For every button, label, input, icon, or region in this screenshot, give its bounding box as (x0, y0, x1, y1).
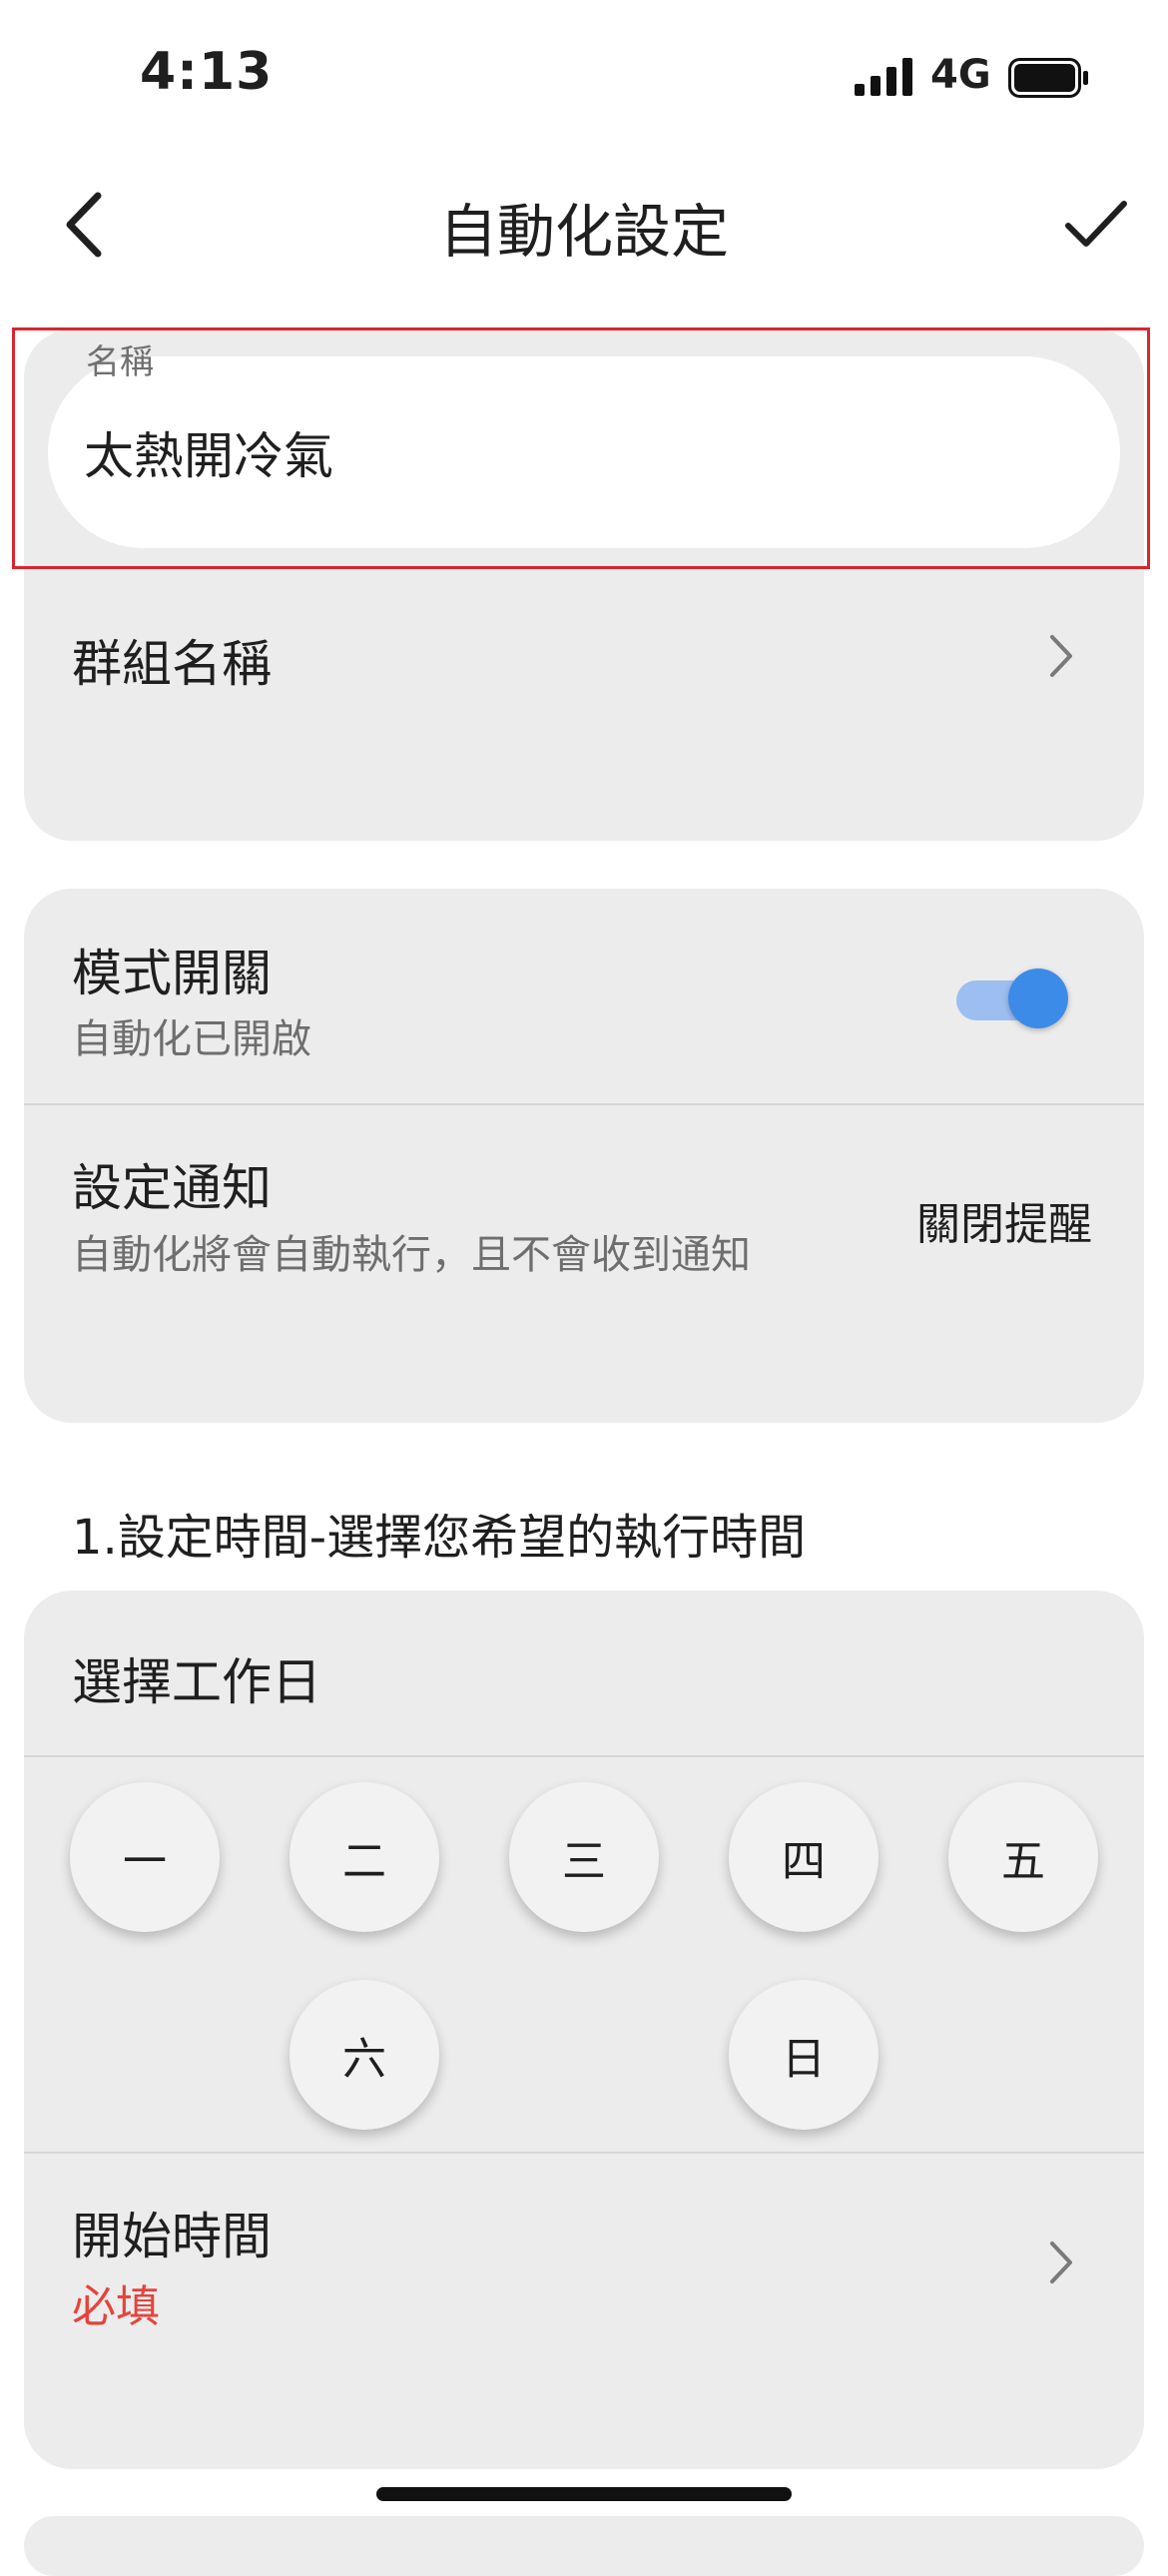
status-time: 4:13 (140, 42, 274, 102)
notification-subtitle: 自動化將會自動執行，且不會收到通知 (72, 1232, 751, 1278)
schedule-heading: 1.設定時間-選擇您希望的執行時間 (72, 1510, 807, 1566)
battery-icon (1008, 58, 1088, 98)
chevron-right-icon (1050, 2242, 1072, 2283)
next-card (24, 2516, 1144, 2576)
page-title: 自動化設定 (438, 198, 729, 266)
day-sun-button[interactable]: 日 (729, 1980, 878, 2130)
chevron-right-icon (1050, 635, 1072, 677)
cellular-signal-icon (855, 58, 912, 96)
day-tue-button[interactable]: 二 (290, 1782, 439, 1932)
start-time-label: 開始時間 (72, 2208, 272, 2265)
day-mon-button[interactable]: 一 (70, 1782, 220, 1932)
day-wed-button[interactable]: 三 (509, 1782, 659, 1932)
divider (24, 1755, 1144, 1757)
mode-switch-subtitle: 自動化已開啟 (72, 1016, 311, 1062)
mode-toggle[interactable] (956, 966, 1068, 1030)
day-thu-button[interactable]: 四 (729, 1782, 878, 1932)
confirm-check-icon[interactable] (1064, 196, 1128, 252)
home-indicator (376, 2487, 792, 2501)
group-name-label: 群組名稱 (72, 635, 272, 693)
network-type: 4G (930, 52, 991, 98)
day-fri-button[interactable]: 五 (948, 1782, 1098, 1932)
highlight-box (12, 327, 1150, 569)
day-sat-button[interactable]: 六 (290, 1980, 439, 2130)
notification-value: 關閉提醒 (916, 1199, 1092, 1250)
toggle-knob (1008, 968, 1068, 1028)
workday-label: 選擇工作日 (72, 1653, 321, 1711)
mode-switch-label: 模式開關 (72, 945, 272, 1002)
notification-label: 設定通知 (72, 1159, 272, 1217)
start-time-required: 必填 (72, 2281, 160, 2332)
